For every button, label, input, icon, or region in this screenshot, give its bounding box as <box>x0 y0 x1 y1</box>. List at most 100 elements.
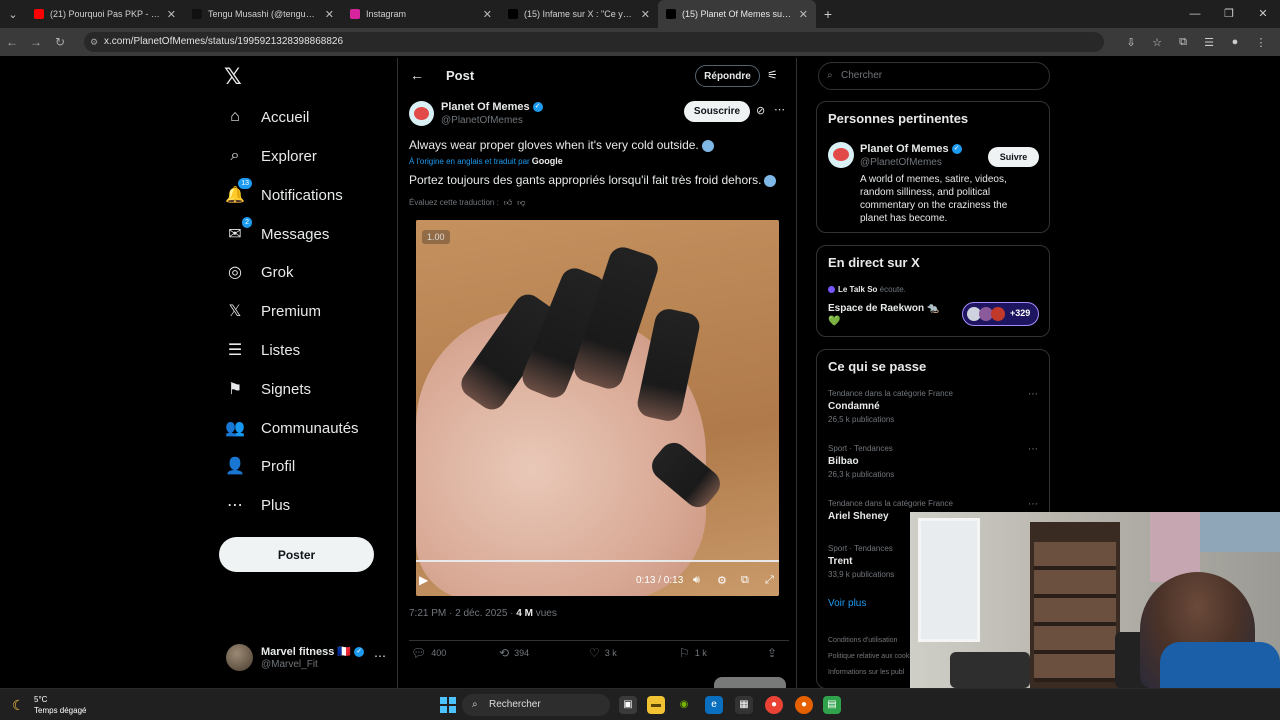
close-window-icon[interactable]: ✕ <box>1246 0 1280 28</box>
settings-gear-icon[interactable]: ⚙ <box>717 574 727 587</box>
file-explorer-icon[interactable]: ▬ <box>647 696 665 714</box>
listeners-pill[interactable]: +329 <box>962 302 1039 326</box>
footer-link[interactable]: Conditions d'utilisation <box>828 633 918 649</box>
nav-item-messages[interactable]: ✉ 2 Messages <box>224 217 329 249</box>
restore-icon[interactable]: ❐ <box>1212 0 1246 28</box>
nav-item-accueil[interactable]: ⌂ Accueil <box>224 102 309 132</box>
account-handle: @Marvel_Fit <box>261 659 318 670</box>
nav-item-explorer[interactable]: ⌕ Explorer <box>224 141 317 171</box>
new-tab-button[interactable]: + <box>816 6 840 22</box>
url-field[interactable]: ⚙ x.com/PlanetOfMemes/status/19959213283… <box>84 32 1104 52</box>
back-icon[interactable]: ← <box>0 35 24 49</box>
nav-item-listes[interactable]: ☰ Listes <box>224 335 300 365</box>
nav-item-grok[interactable]: ◎ Grok <box>224 257 294 287</box>
relevant-name-row[interactable]: Planet Of Memes ✓ <box>860 143 962 155</box>
tab-close-icon[interactable]: ✕ <box>483 8 492 21</box>
more-dots-icon[interactable]: ⋯ <box>1028 389 1038 400</box>
nav-item-profil[interactable]: 👤 Profil <box>224 451 295 481</box>
translated-text-row: Portez toujours des gants appropriés lor… <box>409 173 777 187</box>
tab-close-icon[interactable]: ✕ <box>167 8 176 21</box>
playback-speed[interactable]: 1.00 <box>422 230 450 244</box>
volume-icon[interactable]: 🔊︎ <box>693 574 700 587</box>
install-app-icon[interactable]: ⇩ <box>1118 36 1144 49</box>
minimize-icon[interactable]: — <box>1178 0 1212 28</box>
account-switcher[interactable]: Marvel fitness 🇫🇷 ✓ @Marvel_Fit ⋯ <box>226 643 386 673</box>
grok-icon[interactable]: ⊘ <box>756 104 765 117</box>
search-input[interactable]: ⌕ Chercher <box>818 62 1050 90</box>
footer-link[interactable]: Politique relative aux cookies <box>828 649 918 665</box>
nav-item-notifications[interactable]: 🔔 13 Notifications <box>224 178 343 210</box>
app-icon[interactable]: ▤ <box>823 696 841 714</box>
browser-menu-icon[interactable]: ⋮ <box>1248 36 1274 49</box>
subscribe-button[interactable]: Souscrire <box>684 101 750 122</box>
video-progress-bar[interactable] <box>416 560 779 562</box>
fullscreen-icon[interactable]: ⤢ <box>765 574 774 587</box>
nav-item-plus[interactable]: ⋯ Plus <box>224 490 290 520</box>
back-arrow-icon[interactable]: ← <box>410 67 424 83</box>
nav-item-communautes[interactable]: 👥 Communautés <box>224 413 359 443</box>
nvidia-icon[interactable]: ◉ <box>675 696 693 714</box>
x-logo-icon[interactable]: 𝕏 <box>224 64 242 90</box>
store-icon[interactable]: ▦ <box>735 696 753 714</box>
bookmark-star-icon[interactable]: ☆ <box>1144 36 1170 49</box>
extensions-icon[interactable]: ⧉ <box>1170 36 1196 49</box>
avatar[interactable] <box>828 142 854 168</box>
more-dots-icon[interactable]: ⋯ <box>1028 499 1038 510</box>
more-dots-icon[interactable]: ⋯ <box>774 103 785 116</box>
tab-close-icon[interactable]: ✕ <box>641 8 650 21</box>
tab-search-menu[interactable]: ⌄ <box>0 0 26 28</box>
firefox-browser-icon[interactable]: ● <box>795 696 813 714</box>
reply-action[interactable]: 💬︎ 400 <box>411 645 446 661</box>
follow-button[interactable]: Suivre <box>988 147 1039 167</box>
nav-label: Signets <box>261 380 312 398</box>
windows-start-icon[interactable] <box>440 697 456 713</box>
reply-button[interactable]: Répondre <box>695 65 760 87</box>
thumbs-up-icon[interactable]: 👍︎ <box>504 198 512 207</box>
thumbs-down-icon[interactable]: 👎︎ <box>517 198 525 207</box>
reading-list-icon[interactable]: ☰ <box>1196 36 1222 49</box>
see-more-link[interactable]: Voir plus <box>828 598 866 609</box>
post-button[interactable]: Poster <box>219 537 374 572</box>
repost-action[interactable]: ⟲ 394 <box>499 645 529 661</box>
filter-settings-icon[interactable]: ⚟ <box>767 68 778 82</box>
space-title[interactable]: Espace de Raekwon 🐀 💚 <box>828 302 943 328</box>
like-action[interactable]: ♡ 3 k <box>589 645 617 661</box>
nav-label: Profil <box>261 457 296 475</box>
more-dots-icon[interactable]: ⋯ <box>1028 444 1038 455</box>
tab-close-icon[interactable]: ✕ <box>325 8 334 21</box>
trend-item[interactable]: Tendance dans la catégorie France Condamn… <box>828 389 1038 424</box>
translation-note[interactable]: À l'origine en anglais et traduit par <box>409 157 530 166</box>
reply-composer-button[interactable] <box>714 677 786 688</box>
post-meta: 7:21 PM · 2 déc. 2025 · 4 M vues <box>409 608 557 619</box>
more-dots-icon[interactable]: ⋯ <box>374 649 386 663</box>
browser-tab[interactable]: (15) Infame sur X : "Ce youtubeur ✕ <box>500 0 658 28</box>
browser-tab[interactable]: (15) Planet Of Memes sur X : "Al ✕ <box>658 0 816 28</box>
trend-item[interactable]: Sport · Tendances Bilbao 26,3 k publicatio… <box>828 444 1038 479</box>
forward-icon[interactable]: → <box>24 35 48 49</box>
taskbar-search[interactable]: ⌕ Rechercher <box>462 694 610 716</box>
tab-close-icon[interactable]: ✕ <box>799 8 808 21</box>
bookmark-action[interactable]: ⚐ 1 k <box>679 645 707 661</box>
picture-in-picture-icon[interactable]: ⧉ <box>741 574 749 587</box>
reload-icon[interactable]: ↻ <box>48 35 72 49</box>
browser-tab[interactable]: Instagram ✕ <box>342 0 500 28</box>
browser-tab[interactable]: (21) Pourquoi Pas PKP - YouTube ✕ <box>26 0 184 28</box>
profile-icon[interactable]: ● <box>1222 36 1248 48</box>
edge-browser-icon[interactable]: e <box>705 696 723 714</box>
nav-item-signets[interactable]: ⚑ Signets <box>224 374 311 404</box>
chrome-browser-icon[interactable]: ● <box>765 696 783 714</box>
footer-link[interactable]: Informations sur les publ <box>828 665 918 681</box>
video-player[interactable]: 1.00 ▶ 0:13 / 0:13 🔊︎ ⚙ ⧉ ⤢ <box>416 220 779 596</box>
task-view-icon[interactable]: ▣ <box>619 696 637 714</box>
author-name-row[interactable]: Planet Of Memes ✓ <box>441 101 543 113</box>
post-timestamp[interactable]: 7:21 PM · 2 déc. 2025 · <box>409 608 514 619</box>
browser-tab[interactable]: Tengu Musashi (@tengumusashi) ✕ <box>184 0 342 28</box>
nav-item-premium[interactable]: 𝕏 Premium <box>224 296 321 326</box>
author-handle[interactable]: @PlanetOfMemes <box>441 115 523 126</box>
author-avatar[interactable] <box>409 101 434 126</box>
translation-note-row: À l'origine en anglais et traduit par Goo… <box>409 156 563 166</box>
site-info-icon[interactable]: ⚙ <box>90 37 100 47</box>
share-action[interactable]: ⇪ <box>767 645 782 661</box>
relevant-handle[interactable]: @PlanetOfMemes <box>860 157 942 168</box>
play-icon[interactable]: ▶ <box>419 573 428 587</box>
